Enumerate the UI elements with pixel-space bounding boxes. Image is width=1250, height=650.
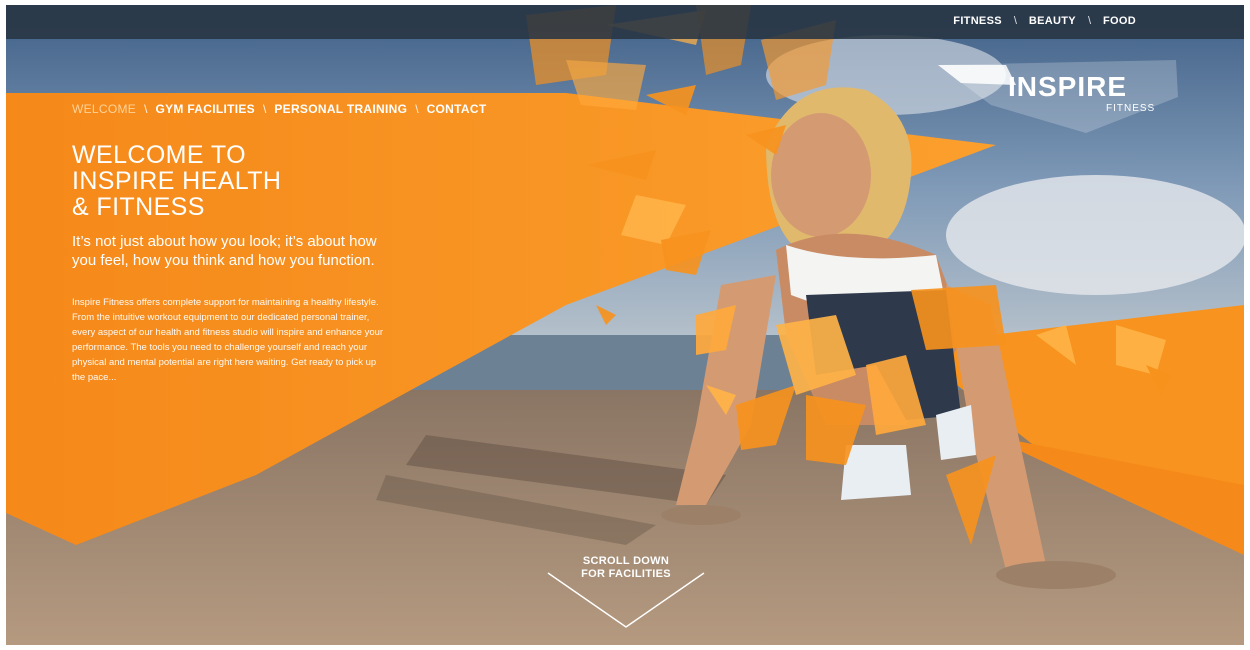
nav-separator: \	[415, 102, 419, 116]
hero-stage: FITNESS \ BEAUTY \ FOOD INSPIRE FITNESS …	[6, 5, 1244, 645]
tagline: It’s not just about how you look; it’s a…	[72, 233, 377, 269]
main-nav-gym-facilities[interactable]: GYM FACILITIES	[155, 102, 255, 116]
intro-paragraph: Inspire Fitness offers complete support …	[72, 297, 384, 383]
logo-subtext: FITNESS	[1106, 103, 1156, 114]
page-title: WELCOME TO INSPIRE HEALTH & FITNESS	[72, 142, 412, 220]
top-nav: FITNESS \ BEAUTY \ FOOD	[953, 15, 1136, 27]
nav-separator: \	[144, 102, 148, 116]
nav-separator: \	[1087, 15, 1092, 27]
nav-separator: \	[263, 102, 267, 116]
main-nav-contact[interactable]: CONTACT	[427, 102, 487, 116]
logo-wordmark: INSPIRE	[1008, 71, 1128, 102]
top-nav-beauty[interactable]: BEAUTY	[1029, 15, 1076, 27]
top-nav-fitness[interactable]: FITNESS	[953, 15, 1002, 27]
main-nav: WELCOME \ GYM FACILITIES \ PERSONAL TRAI…	[72, 102, 486, 116]
cloud	[946, 175, 1244, 295]
main-nav-welcome[interactable]: WELCOME	[72, 102, 136, 116]
main-nav-personal-training[interactable]: PERSONAL TRAINING	[274, 102, 407, 116]
chevron-down-icon	[547, 572, 705, 628]
scroll-down-button[interactable]: SCROLL DOWN FOR FACILITIES	[544, 555, 708, 631]
title-line: & FITNESS	[72, 193, 205, 221]
top-nav-food[interactable]: FOOD	[1103, 15, 1136, 27]
scroll-line: SCROLL DOWN	[582, 555, 670, 567]
nav-separator: \	[1013, 15, 1017, 27]
inspire-fitness-logo[interactable]: INSPIRE FITNESS	[938, 57, 1178, 139]
title-line: INSPIRE HEALTH	[72, 167, 282, 195]
title-line: WELCOME TO	[72, 141, 246, 169]
